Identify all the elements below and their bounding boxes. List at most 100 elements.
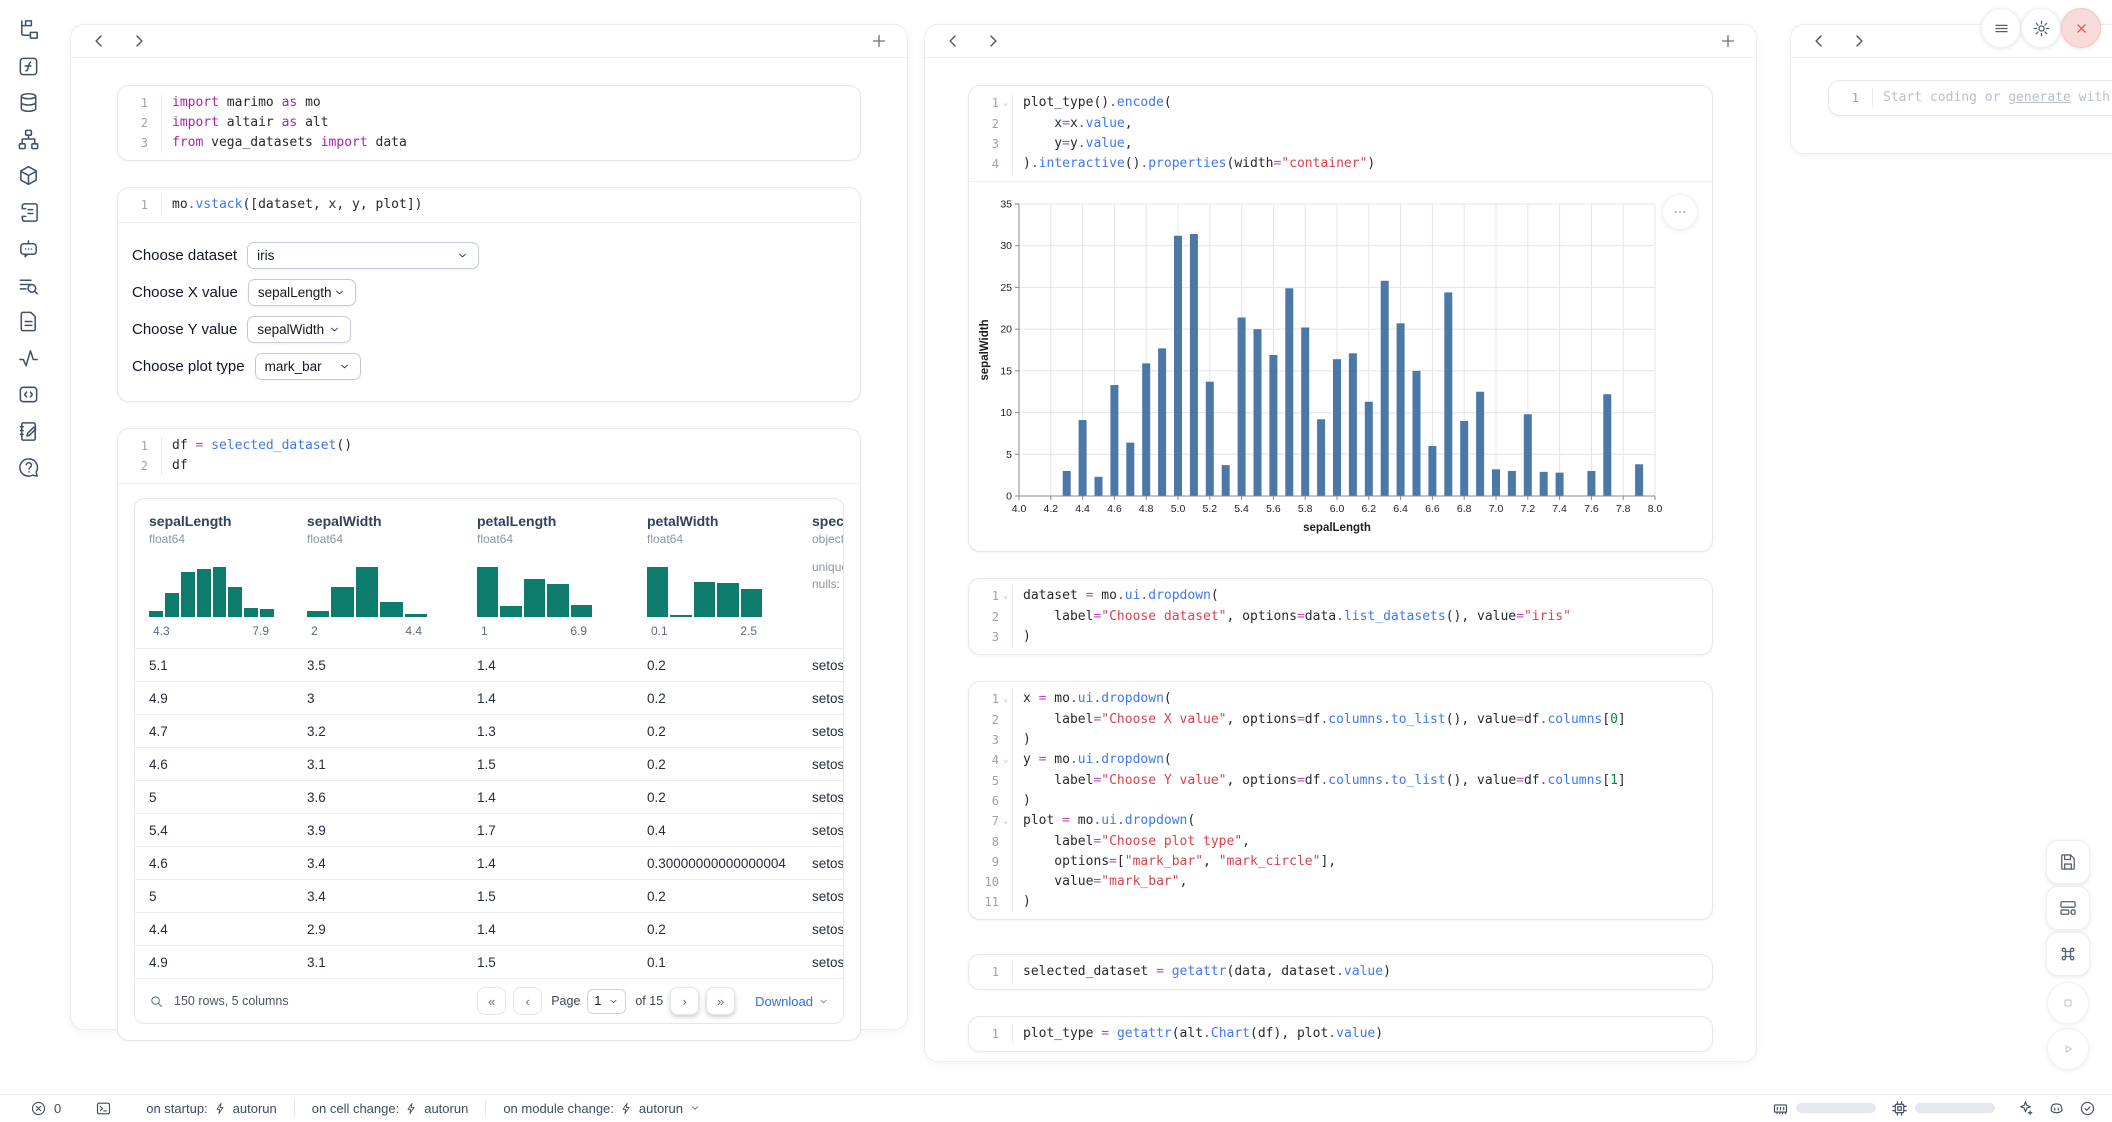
help-icon[interactable] bbox=[17, 456, 40, 479]
dataset-select[interactable]: iris bbox=[247, 242, 479, 269]
error-count: 0 bbox=[54, 1101, 61, 1116]
svg-text:4.0: 4.0 bbox=[1012, 503, 1027, 515]
file-tree-icon[interactable] bbox=[17, 18, 40, 41]
dropdown-label: Choose dataset bbox=[132, 247, 237, 264]
logs-icon[interactable] bbox=[17, 274, 40, 297]
chevron-down-icon bbox=[689, 1102, 701, 1114]
column-header-sepalLength[interactable]: sepalLengthfloat644.37.9 bbox=[135, 513, 293, 648]
code-editor[interactable]: 1import marimo as mo2import altair as al… bbox=[118, 86, 860, 160]
add-cell-icon[interactable] bbox=[869, 31, 889, 51]
column-header-middle bbox=[925, 25, 1756, 58]
generate-link[interactable]: generate bbox=[2008, 90, 2071, 105]
svg-text:6.4: 6.4 bbox=[1393, 503, 1408, 515]
run-all-button[interactable] bbox=[2047, 1028, 2089, 1070]
line-number: 3 bbox=[975, 134, 999, 154]
notebook-column-right: 1 Start coding or generate with AI bbox=[1790, 24, 2112, 154]
svg-text:35: 35 bbox=[1000, 199, 1012, 211]
keyboard-shortcuts-button[interactable] bbox=[2046, 932, 2090, 976]
x-value-select[interactable]: sepalLength bbox=[248, 279, 356, 306]
snippets-icon[interactable] bbox=[17, 383, 40, 406]
column-header-petalWidth[interactable]: petalWidthfloat640.12.5 bbox=[633, 513, 798, 648]
svg-text:7.6: 7.6 bbox=[1584, 503, 1599, 515]
column-header-sepalWidth[interactable]: sepalWidthfloat6424.4 bbox=[293, 513, 463, 648]
ai-sparkles-icon[interactable] bbox=[2017, 1100, 2034, 1117]
fold-chevron-icon[interactable]: ⌄ bbox=[999, 586, 1012, 607]
code-editor[interactable]: 1selected_dataset = getattr(data, datase… bbox=[969, 955, 1712, 989]
fold-chevron-icon[interactable]: ⌄ bbox=[999, 93, 1012, 114]
code-editor[interactable]: 1⌄dataset = mo.ui.dropdown(2 label="Choo… bbox=[969, 579, 1712, 654]
code-editor[interactable]: 1mo.vstack([dataset, x, y, plot]) bbox=[118, 188, 860, 222]
code-editor[interactable]: 1 Start coding or generate with AI bbox=[1829, 81, 2112, 115]
chevron-right-icon[interactable] bbox=[129, 31, 149, 51]
code-editor[interactable]: 1⌄plot_type().encode(2 x=x.value,3 y=y.v… bbox=[969, 86, 1712, 181]
scroll-icon[interactable] bbox=[17, 201, 40, 224]
line-number: 2 bbox=[124, 456, 148, 476]
last-page-button[interactable]: » bbox=[706, 987, 735, 1015]
editor-placeholder: Start coding or generate with AI bbox=[1872, 88, 2112, 108]
settings-button[interactable] bbox=[2021, 8, 2061, 48]
column-header-species[interactable]: speciesobjectunique:nulls: bbox=[798, 513, 844, 648]
chevron-right-icon[interactable] bbox=[1849, 31, 1869, 51]
connection-status-icon[interactable] bbox=[2079, 1100, 2096, 1117]
layout-button[interactable] bbox=[2046, 886, 2090, 930]
add-cell-icon[interactable] bbox=[1718, 31, 1738, 51]
code-editor[interactable]: 1⌄x = mo.ui.dropdown(2 label="Choose X v… bbox=[969, 682, 1712, 919]
save-button[interactable] bbox=[2046, 840, 2090, 884]
line-number: 1 bbox=[975, 1024, 999, 1044]
line-number: 2 bbox=[975, 710, 999, 730]
line-number: 1 bbox=[124, 93, 148, 113]
package-icon[interactable] bbox=[17, 164, 40, 187]
svg-text:4.4: 4.4 bbox=[1075, 503, 1090, 515]
database-icon[interactable] bbox=[17, 91, 40, 114]
ram-usage-meter bbox=[1796, 1103, 1876, 1113]
download-button[interactable]: Download bbox=[755, 994, 829, 1009]
menu-button[interactable] bbox=[1981, 8, 2021, 48]
column-header-left bbox=[71, 25, 907, 58]
code-editor[interactable]: 1plot_type = getattr(alt.Chart(df), plot… bbox=[969, 1017, 1712, 1051]
line-number: 1 bbox=[975, 93, 999, 114]
first-page-button[interactable]: « bbox=[477, 987, 506, 1015]
tracing-icon[interactable] bbox=[17, 347, 40, 370]
chevron-left-icon[interactable] bbox=[89, 31, 109, 51]
scratchpad-icon[interactable] bbox=[17, 420, 40, 443]
svg-text:6.8: 6.8 bbox=[1457, 503, 1472, 515]
autorun-config[interactable]: on cell change:autorun bbox=[312, 1101, 469, 1116]
svg-text:5.0: 5.0 bbox=[1171, 503, 1186, 515]
chat-bot-icon[interactable] bbox=[17, 237, 40, 260]
dependency-graph-icon[interactable] bbox=[17, 128, 40, 151]
chevron-down-icon bbox=[328, 323, 341, 336]
copilot-icon[interactable] bbox=[2048, 1100, 2065, 1117]
svg-text:20: 20 bbox=[1000, 324, 1012, 336]
chevron-left-icon[interactable] bbox=[943, 31, 963, 51]
svg-text:7.0: 7.0 bbox=[1489, 503, 1504, 515]
line-number: 1 bbox=[1835, 88, 1859, 108]
chart-options-button[interactable] bbox=[1662, 194, 1698, 230]
column-histogram bbox=[149, 559, 274, 617]
chevron-right-icon[interactable] bbox=[983, 31, 1003, 51]
fold-chevron-icon[interactable]: ⌄ bbox=[999, 689, 1012, 710]
code-editor[interactable]: 1df = selected_dataset()2df bbox=[118, 429, 860, 483]
autorun-config[interactable]: on startup:autorun bbox=[146, 1101, 277, 1116]
next-page-button[interactable]: › bbox=[670, 987, 699, 1015]
line-number: 1 bbox=[975, 962, 999, 982]
documentation-icon[interactable] bbox=[17, 310, 40, 333]
autorun-config[interactable]: on module change:autorun bbox=[503, 1101, 701, 1116]
column-header-petalLength[interactable]: petalLengthfloat6416.9 bbox=[463, 513, 633, 648]
search-icon[interactable] bbox=[149, 994, 164, 1009]
close-button[interactable] bbox=[2061, 8, 2101, 48]
errors-icon[interactable] bbox=[30, 1100, 47, 1117]
stop-button[interactable] bbox=[2047, 982, 2089, 1024]
fold-chevron-icon[interactable]: ⌄ bbox=[999, 811, 1012, 832]
line-number: 3 bbox=[975, 627, 999, 647]
y-value-select[interactable]: sepalWidth bbox=[247, 316, 351, 343]
plot-type-select[interactable]: mark_bar bbox=[255, 353, 361, 380]
function-icon[interactable] bbox=[17, 55, 40, 78]
chevron-left-icon[interactable] bbox=[1809, 31, 1829, 51]
dropdown-label: Choose plot type bbox=[132, 358, 245, 375]
fold-chevron-icon[interactable]: ⌄ bbox=[999, 750, 1012, 771]
page-select[interactable]: 1 bbox=[587, 989, 626, 1014]
prev-page-button[interactable]: ‹ bbox=[513, 987, 542, 1015]
line-number: 1 bbox=[975, 689, 999, 710]
bar-chart[interactable]: 4.04.24.44.64.85.05.25.45.65.86.06.26.46… bbox=[977, 192, 1712, 543]
terminal-icon[interactable] bbox=[95, 1100, 112, 1117]
